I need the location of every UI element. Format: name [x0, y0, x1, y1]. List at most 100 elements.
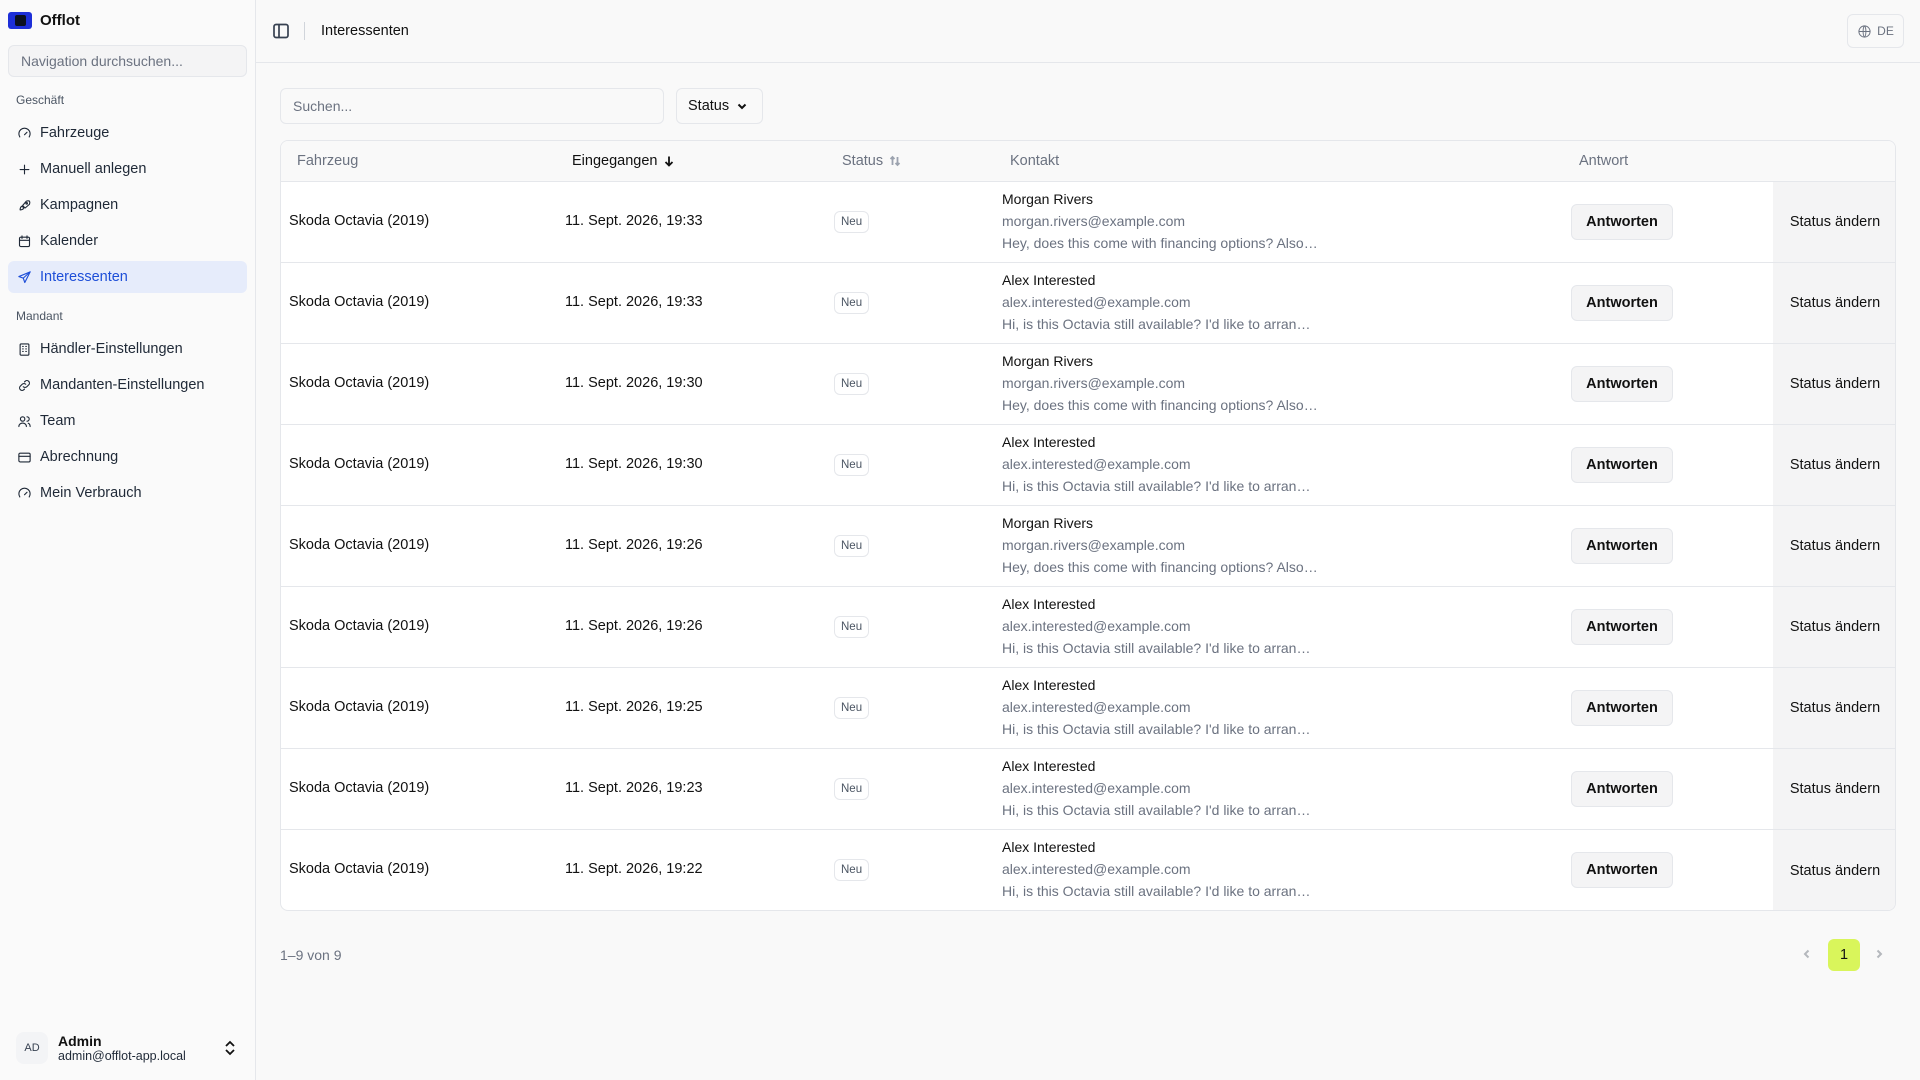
table-row: Skoda Octavia (2019) 11. Sept. 2026, 19:3…	[281, 263, 1895, 344]
sidebar-item-label: Kampagnen	[40, 197, 119, 213]
sidebar-item-label: Fahrzeuge	[40, 125, 110, 141]
sort-arrows-icon	[889, 155, 901, 167]
contact-email: alex.interested@example.com	[1002, 780, 1191, 796]
top-header: Interessenten DE	[256, 0, 1920, 63]
chevron-left-icon[interactable]	[1797, 944, 1817, 964]
sidebar-item-label: Mandanten-Einstellungen	[40, 377, 205, 393]
reply-button[interactable]: Antworten	[1571, 447, 1673, 483]
brand[interactable]: Offlot	[8, 10, 80, 30]
vehicle-cell: Skoda Octavia (2019)	[289, 456, 430, 472]
received-date-cell: 11. Sept. 2026, 19:33	[565, 213, 703, 229]
sidebar-item-leads[interactable]: Interessenten	[8, 261, 247, 293]
offlot-logo-icon	[8, 11, 32, 29]
sidebar-item-vehicles[interactable]: Fahrzeuge	[8, 117, 247, 149]
contact-message: Hi, is this Octavia still available? I'd…	[1002, 883, 1318, 899]
sidebar-toggle-icon[interactable]	[272, 22, 290, 40]
change-status-button[interactable]: Status ändern	[1773, 182, 1895, 262]
sidebar-item-my-usage[interactable]: Mein Verbrauch	[8, 477, 247, 509]
nav-search-input[interactable]	[8, 45, 247, 77]
received-date-cell: 11. Sept. 2026, 19:30	[565, 375, 703, 391]
search-input[interactable]	[280, 88, 664, 124]
contact-name: Alex Interested	[1002, 434, 1096, 450]
sidebar-item-label: Mein Verbrauch	[40, 485, 142, 501]
sidebar-item-tenant-settings[interactable]: Mandanten-Einstellungen	[8, 369, 247, 401]
gauge-icon	[16, 485, 32, 501]
contact-message: Hi, is this Octavia still available? I'd…	[1002, 316, 1318, 332]
reply-button[interactable]: Antworten	[1571, 609, 1673, 645]
contact-name: Alex Interested	[1002, 758, 1096, 774]
status-badge: Neu	[834, 373, 870, 395]
language-switcher[interactable]: DE	[1847, 14, 1904, 48]
contact-email: alex.interested@example.com	[1002, 699, 1191, 715]
vehicle-cell: Skoda Octavia (2019)	[289, 375, 430, 391]
calendar-icon	[16, 233, 32, 249]
sidebar-item-dealer-settings[interactable]: Händler-Einstellungen	[8, 333, 247, 365]
reply-button[interactable]: Antworten	[1571, 852, 1673, 888]
vehicle-cell: Skoda Octavia (2019)	[289, 294, 430, 310]
reply-button[interactable]: Antworten	[1571, 204, 1673, 240]
table-row: Skoda Octavia (2019) 11. Sept. 2026, 19:3…	[281, 425, 1895, 506]
avatar: AD	[16, 1032, 48, 1064]
contact-name: Alex Interested	[1002, 677, 1096, 693]
reply-button[interactable]: Antworten	[1571, 366, 1673, 402]
contact-message: Hi, is this Octavia still available? I'd…	[1002, 478, 1318, 494]
sidebar-item-billing[interactable]: Abrechnung	[8, 441, 247, 473]
vehicle-cell: Skoda Octavia (2019)	[289, 699, 430, 715]
reply-button[interactable]: Antworten	[1571, 528, 1673, 564]
chevron-down-icon	[736, 100, 748, 112]
contact-email: morgan.rivers@example.com	[1002, 375, 1186, 391]
status-badge: Neu	[834, 454, 870, 476]
arrow-down-icon	[665, 156, 674, 167]
user-menu[interactable]: AD Admin admin@offlot-app.local	[8, 1026, 247, 1070]
change-status-button[interactable]: Status ändern	[1773, 425, 1895, 505]
column-header-received[interactable]: Eingegangen	[572, 153, 675, 169]
change-status-button[interactable]: Status ändern	[1773, 830, 1895, 910]
pagination-count: 1–9 von 9	[280, 947, 342, 963]
contact-email: alex.interested@example.com	[1002, 618, 1191, 634]
received-date-cell: 11. Sept. 2026, 19:33	[565, 294, 703, 310]
received-date-cell: 11. Sept. 2026, 19:25	[565, 699, 703, 715]
contact-email: morgan.rivers@example.com	[1002, 213, 1186, 229]
table-row: Skoda Octavia (2019) 11. Sept. 2026, 19:3…	[281, 344, 1895, 425]
status-badge: Neu	[834, 535, 870, 557]
reply-button[interactable]: Antworten	[1571, 690, 1673, 726]
sidebar-item-calendar[interactable]: Kalender	[8, 225, 247, 257]
brand-name: Offlot	[40, 11, 80, 29]
received-date-cell: 11. Sept. 2026, 19:22	[565, 861, 703, 877]
contact-message: Hi, is this Octavia still available? I'd…	[1002, 802, 1318, 818]
change-status-button[interactable]: Status ändern	[1773, 263, 1895, 343]
contact-message: Hey, does this come with financing optio…	[1002, 397, 1318, 413]
change-status-button[interactable]: Status ändern	[1773, 668, 1895, 748]
language-label: DE	[1877, 24, 1894, 38]
chevron-right-icon[interactable]	[1869, 944, 1889, 964]
breadcrumb: Interessenten	[321, 23, 409, 39]
sidebar-item-manual-create[interactable]: Manuell anlegen	[8, 153, 247, 185]
change-status-button[interactable]: Status ändern	[1773, 587, 1895, 667]
nav-section-business: Geschäft	[16, 93, 65, 107]
contact-email: alex.interested@example.com	[1002, 294, 1191, 310]
change-status-button[interactable]: Status ändern	[1773, 344, 1895, 424]
sidebar-item-campaigns[interactable]: Kampagnen	[8, 189, 247, 221]
rocket-icon	[16, 197, 32, 213]
link-icon	[16, 377, 32, 393]
column-header-status[interactable]: Status	[842, 153, 901, 169]
plus-icon	[16, 161, 32, 177]
sidebar-item-team[interactable]: Team	[8, 405, 247, 437]
table-row: Skoda Octavia (2019) 11. Sept. 2026, 19:2…	[281, 749, 1895, 830]
change-status-button[interactable]: Status ändern	[1773, 749, 1895, 829]
status-filter-label: Status	[688, 98, 730, 114]
contact-message: Hi, is this Octavia still available? I'd…	[1002, 721, 1318, 737]
table-header: Fahrzeug Eingegangen Status Kontakt Antw…	[281, 141, 1895, 182]
status-filter-button[interactable]: Status	[676, 88, 763, 124]
sidebar-item-label: Team	[40, 413, 76, 429]
received-date-cell: 11. Sept. 2026, 19:23	[565, 780, 703, 796]
reply-button[interactable]: Antworten	[1571, 771, 1673, 807]
contact-name: Morgan Rivers	[1002, 515, 1094, 531]
pagination-page-current[interactable]: 1	[1828, 939, 1860, 971]
column-header-label: Eingegangen	[572, 153, 658, 169]
gauge-icon	[16, 125, 32, 141]
building-icon	[16, 341, 32, 357]
change-status-button[interactable]: Status ändern	[1773, 506, 1895, 586]
reply-button[interactable]: Antworten	[1571, 285, 1673, 321]
column-header-label: Status	[842, 153, 884, 169]
